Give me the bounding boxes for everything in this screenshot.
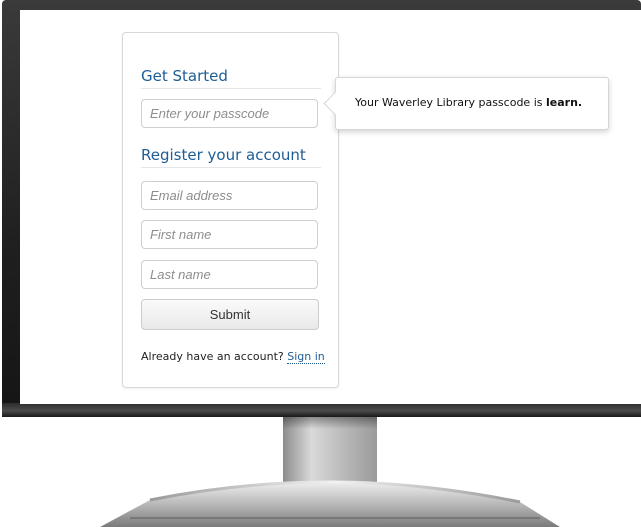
screen: Get Started Register your account Submit… xyxy=(20,10,641,404)
monitor-stand-base xyxy=(100,480,560,527)
submit-button[interactable]: Submit xyxy=(141,299,319,330)
tooltip-period: . xyxy=(577,96,583,109)
tooltip-text: Your Waverley Library passcode is learn. xyxy=(355,96,582,109)
divider xyxy=(141,167,321,168)
illustration: Get Started Register your account Submit… xyxy=(0,0,641,527)
passcode-tooltip: Your Waverley Library passcode is learn. xyxy=(323,77,609,130)
last-name-field[interactable] xyxy=(141,260,318,289)
signin-link[interactable]: Sign in xyxy=(287,350,325,364)
monitor-bottom-rim xyxy=(2,403,641,417)
divider xyxy=(141,88,321,89)
tooltip-passcode: learn xyxy=(545,96,578,109)
registration-card: Get Started Register your account Submit… xyxy=(122,32,339,388)
get-started-title: Get Started xyxy=(141,67,228,85)
signin-prompt: Already have an account? xyxy=(141,350,284,363)
first-name-field[interactable] xyxy=(141,220,318,249)
signin-row: Already have an account? Sign in xyxy=(141,350,325,364)
email-field[interactable] xyxy=(141,181,318,210)
tooltip-text-prefix: Your Waverley Library passcode is xyxy=(355,96,546,109)
monitor-stand-neck-shadow xyxy=(283,417,377,429)
passcode-input[interactable] xyxy=(141,99,318,128)
register-title: Register your account xyxy=(141,146,306,164)
